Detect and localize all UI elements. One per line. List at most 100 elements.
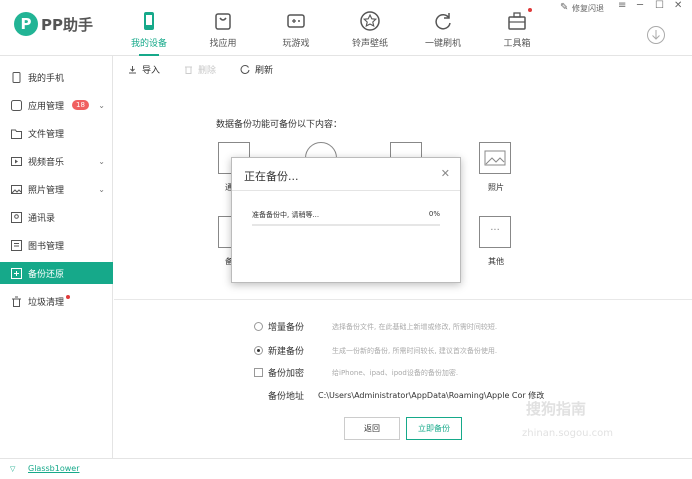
sidebar-item-book-management[interactable]: 图书管理 bbox=[0, 234, 113, 256]
tab-label: 一键刷机 bbox=[424, 39, 461, 49]
book-icon bbox=[11, 239, 22, 251]
sidebar-item-label: 文件管理 bbox=[28, 129, 65, 140]
sidebar-item-label: 我的手机 bbox=[28, 73, 65, 84]
encrypt-backup-option[interactable]: 备份加密 给iPhone、ipad、ipod设备的备份加密. bbox=[254, 366, 458, 379]
gamepad-icon bbox=[287, 14, 305, 28]
tab-label: 我的设备 bbox=[130, 39, 167, 49]
trash-icon bbox=[185, 66, 193, 74]
status-bar: ▽ Glassb1ower bbox=[0, 458, 692, 479]
tab-label: 工具箱 bbox=[503, 39, 531, 49]
dialog-divider bbox=[232, 190, 460, 191]
photo-icon bbox=[11, 184, 22, 195]
close-icon[interactable]: ✕ bbox=[674, 0, 682, 11]
new-backup-radio[interactable] bbox=[254, 346, 263, 355]
download-icon[interactable] bbox=[646, 25, 666, 45]
sidebar-item-label: 应用管理 bbox=[28, 101, 65, 112]
wrench-icon[interactable]: ✎ bbox=[560, 2, 568, 13]
option-label: 新建备份 bbox=[268, 347, 305, 357]
logo-mark: P bbox=[14, 12, 38, 36]
sidebar-item-junk-cleanup[interactable]: 垃圾清理 bbox=[0, 290, 113, 312]
refresh-label: 刷新 bbox=[255, 65, 274, 76]
import-button[interactable]: 导入 bbox=[128, 63, 160, 76]
watermark-text: 搜狗指南 bbox=[526, 400, 587, 418]
sidebar-item-video-music[interactable]: 视频音乐 ⌄ bbox=[0, 150, 113, 172]
minimize-icon[interactable]: ─ bbox=[637, 0, 643, 11]
start-backup-button[interactable]: 立即备份 bbox=[406, 417, 462, 440]
sidebar: 我的手机 应用管理 18 ⌄ 文件管理 视频音乐 ⌄ 照片管理 ⌄ 通讯录 图书… bbox=[0, 56, 113, 458]
sidebar-item-contacts[interactable]: 通讯录 bbox=[0, 206, 113, 228]
contacts-icon bbox=[11, 211, 22, 223]
sidebar-item-label: 视频音乐 bbox=[28, 157, 65, 168]
refresh-icon bbox=[435, 13, 451, 30]
device-name-link[interactable]: Glassb1ower bbox=[28, 464, 79, 473]
tab-find-apps[interactable]: 找应用 bbox=[187, 6, 259, 54]
category-other-icon: ··· bbox=[479, 216, 511, 248]
dialog-title: 正在备份... bbox=[244, 170, 299, 183]
close-icon[interactable]: ✕ bbox=[441, 167, 450, 180]
top-bar: P PP助手 我的设备 找应用 玩游戏 铃声壁纸 一键刷机 工具箱 ✎ 修复闪退… bbox=[0, 0, 692, 56]
delete-button[interactable]: 删除 bbox=[184, 63, 216, 76]
maximize-icon[interactable]: ☐ bbox=[655, 0, 664, 11]
backup-progress-bar bbox=[252, 224, 440, 226]
phone-icon bbox=[11, 71, 22, 83]
app-name: PP助手 bbox=[41, 15, 93, 34]
back-button[interactable]: 返回 bbox=[344, 417, 400, 440]
new-backup-option[interactable]: 新建备份 生成一份新的备份, 所需时间较长, 建议首次备份使用. bbox=[254, 344, 497, 357]
backup-intro-text: 数据备份功能可备份以下内容： bbox=[216, 120, 343, 130]
import-icon bbox=[129, 65, 136, 73]
tab-play-games[interactable]: 玩游戏 bbox=[260, 6, 332, 54]
sidebar-item-label: 照片管理 bbox=[28, 185, 65, 196]
tab-label: 铃声壁纸 bbox=[351, 39, 388, 49]
incremental-radio[interactable] bbox=[254, 322, 263, 331]
option-label: 备份加密 bbox=[268, 369, 305, 379]
backup-progress-dialog: 正在备份... ✕ 准备备份中, 请稍等... 0% bbox=[231, 157, 461, 283]
sidebar-item-backup-restore[interactable]: 备份还原 bbox=[0, 262, 113, 284]
sidebar-item-app-management[interactable]: 应用管理 18 ⌄ bbox=[0, 94, 113, 116]
toolbar: 导入 删除 刷新 bbox=[114, 57, 692, 81]
import-label: 导入 bbox=[142, 65, 161, 76]
tab-toolbox[interactable]: 工具箱 bbox=[481, 6, 553, 54]
option-description: 给iPhone、ipad、ipod设备的备份加密. bbox=[332, 368, 459, 377]
watermark-url: zhinan.sogou.com bbox=[522, 428, 614, 439]
category-label: 照片 bbox=[488, 183, 504, 192]
repair-crash-link[interactable]: 修复闪退 bbox=[572, 3, 604, 14]
sidebar-item-file-management[interactable]: 文件管理 bbox=[0, 122, 113, 144]
chevron-down-icon: ⌄ bbox=[98, 184, 105, 194]
notification-dot bbox=[66, 295, 71, 299]
folder-icon bbox=[11, 128, 22, 139]
device-icon: ▽ bbox=[10, 465, 16, 473]
app-logo: P PP助手 bbox=[14, 12, 93, 36]
tab-one-click-flash[interactable]: 一键刷机 bbox=[407, 6, 479, 54]
delete-label: 删除 bbox=[198, 65, 217, 76]
menu-icon[interactable]: ≡ bbox=[618, 0, 626, 11]
tab-ringtones[interactable]: 铃声壁纸 bbox=[334, 6, 406, 54]
toolbox-icon bbox=[508, 12, 526, 30]
chevron-down-icon: ⌄ bbox=[98, 156, 105, 166]
section-divider bbox=[114, 299, 692, 300]
option-description: 选择备份文件, 在此基础上新增或修改, 所需时间较短. bbox=[332, 322, 498, 331]
trash-icon bbox=[11, 296, 22, 307]
backup-address-value[interactable]: C:\Users\Administrator\AppData\Roaming\A… bbox=[318, 390, 544, 401]
app-icon bbox=[11, 99, 22, 111]
backup-status-text: 准备备份中, 请稍等... bbox=[252, 211, 320, 219]
sidebar-item-photo-management[interactable]: 照片管理 ⌄ bbox=[0, 178, 113, 200]
app-count-badge: 18 bbox=[72, 100, 89, 110]
sidebar-item-my-phone[interactable]: 我的手机 bbox=[0, 66, 113, 88]
backup-percent: 0% bbox=[428, 210, 440, 218]
photo-icon bbox=[484, 150, 506, 166]
video-icon bbox=[11, 156, 22, 167]
tab-label: 玩游戏 bbox=[282, 39, 310, 49]
sidebar-item-label: 通讯录 bbox=[28, 213, 56, 224]
backup-icon bbox=[11, 267, 22, 279]
category-photos-icon bbox=[479, 142, 511, 174]
tab-my-device[interactable]: 我的设备 bbox=[113, 6, 185, 56]
category-label: 其他 bbox=[488, 257, 504, 266]
incremental-backup-option[interactable]: 增量备份 选择备份文件, 在此基础上新增或修改, 所需时间较短. bbox=[254, 320, 497, 333]
refresh-button[interactable]: 刷新 bbox=[240, 63, 273, 76]
phone-icon bbox=[144, 12, 154, 30]
encrypt-checkbox[interactable] bbox=[254, 368, 263, 377]
sidebar-item-label: 图书管理 bbox=[28, 241, 65, 252]
backup-address-label: 备份地址 bbox=[268, 392, 305, 402]
tab-label: 找应用 bbox=[209, 39, 237, 49]
sidebar-item-label: 备份还原 bbox=[28, 269, 65, 280]
